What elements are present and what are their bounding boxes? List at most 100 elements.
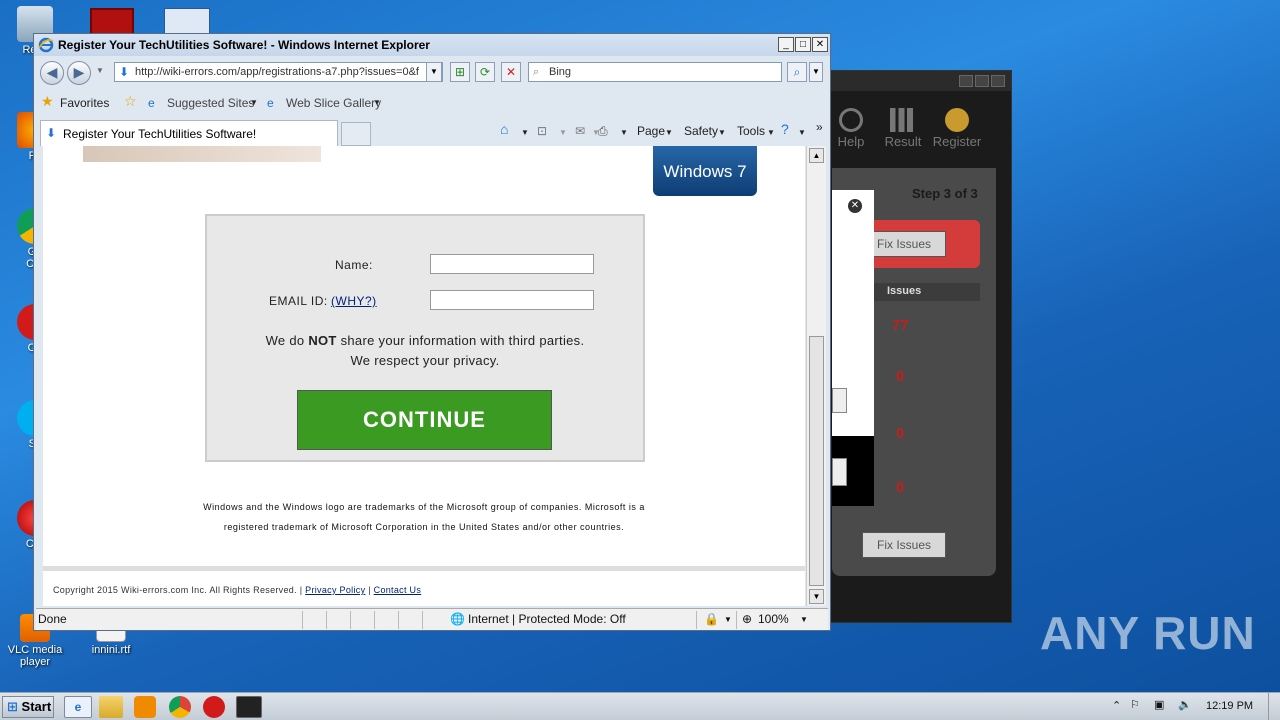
popup-close-icon[interactable]: ✕ bbox=[848, 199, 862, 213]
scroll-down-arrow[interactable]: ▼ bbox=[809, 589, 824, 604]
email-label: EMAIL ID: bbox=[269, 294, 328, 308]
tool-result[interactable]: Result bbox=[878, 108, 928, 149]
vertical-scrollbar[interactable]: ▲ ▼ bbox=[806, 146, 826, 606]
more-commands-icon[interactable]: » bbox=[816, 120, 823, 134]
privacy-policy-link[interactable]: Privacy Policy bbox=[305, 585, 365, 595]
home-icon[interactable]: ⌂ bbox=[500, 121, 508, 137]
favorites-star-icon[interactable]: ★ bbox=[41, 93, 54, 110]
volume-icon[interactable]: 🔈 bbox=[1178, 698, 1192, 711]
scroll-thumb[interactable] bbox=[809, 336, 824, 586]
taskbar-chrome-icon[interactable] bbox=[169, 696, 191, 718]
address-dropdown-button[interactable]: ▼ bbox=[426, 62, 442, 82]
scroll-up-arrow[interactable]: ▲ bbox=[809, 148, 824, 163]
page-menu[interactable]: Page bbox=[637, 124, 665, 138]
start-button[interactable]: ⊞ Start bbox=[2, 696, 54, 718]
key-icon bbox=[945, 108, 969, 132]
close-button[interactable]: ✕ bbox=[812, 37, 828, 52]
favorites-button[interactable]: Favorites bbox=[60, 96, 109, 110]
bg-close-button[interactable] bbox=[991, 75, 1005, 87]
security-zone-text[interactable]: Internet | Protected Mode: Off bbox=[468, 612, 626, 626]
page-menu-dropdown-icon[interactable]: ▼ bbox=[665, 128, 673, 137]
continue-button[interactable]: CONTINUE bbox=[297, 390, 552, 450]
suggested-sites-icon: e bbox=[148, 96, 155, 110]
new-tab-button[interactable] bbox=[341, 122, 371, 146]
search-options-button[interactable]: ▼ bbox=[809, 62, 823, 82]
stop-button[interactable]: ✕ bbox=[501, 62, 521, 82]
windows7-logo-label: Windows 7 bbox=[663, 162, 747, 181]
network-icon[interactable]: ▣ bbox=[1154, 698, 1164, 711]
privacy-notice-bold: NOT bbox=[308, 333, 337, 348]
help-icon bbox=[839, 108, 863, 132]
popup-button-fragment-2[interactable] bbox=[832, 458, 847, 486]
help-icon[interactable]: ? bbox=[781, 121, 789, 137]
clock[interactable]: 12:19 PM bbox=[1206, 700, 1253, 712]
tab-register[interactable]: ⬇ Register Your TechUtilities Software! bbox=[40, 120, 338, 146]
safety-menu-dropdown-icon[interactable]: ▼ bbox=[718, 128, 726, 137]
print-dropdown-icon[interactable]: ▼ bbox=[620, 128, 628, 137]
word-doc-icon[interactable] bbox=[164, 8, 210, 36]
maximize-button[interactable]: □ bbox=[795, 37, 811, 52]
forward-button[interactable]: ▶ bbox=[67, 61, 91, 85]
compatibility-view-button[interactable]: ⊞ bbox=[450, 62, 470, 82]
anyrun-watermark: ANY RUN bbox=[1040, 607, 1256, 659]
issues-header-label: Issues bbox=[887, 285, 922, 297]
address-bar[interactable]: ⬇ http://wiki-errors.com/app/registratio… bbox=[114, 62, 443, 82]
taskbar-explorer-icon[interactable] bbox=[99, 696, 123, 718]
acrobat-icon[interactable] bbox=[90, 8, 134, 36]
suggested-sites-dropdown-icon[interactable]: ▼ bbox=[250, 98, 258, 107]
protected-mode-dropdown-icon[interactable]: ▼ bbox=[724, 615, 732, 624]
fix-issues-bottom-button[interactable]: Fix Issues bbox=[862, 532, 946, 558]
mail-icon[interactable]: ✉ bbox=[575, 124, 585, 138]
tools-menu-dropdown-icon[interactable]: ▼ bbox=[767, 128, 775, 137]
show-desktop-button[interactable] bbox=[1268, 693, 1280, 720]
bg-maximize-button[interactable] bbox=[975, 75, 989, 87]
add-favorite-icon[interactable]: ☆ bbox=[124, 93, 137, 110]
taskbar-media-player-icon[interactable] bbox=[134, 696, 156, 718]
page-content: Windows 7 Name: EMAIL ID: (WHY?) We do N… bbox=[43, 146, 805, 606]
bg-minimize-button[interactable] bbox=[959, 75, 973, 87]
taskbar-ie-icon[interactable]: e bbox=[64, 696, 92, 718]
print-icon[interactable]: ⎙ bbox=[598, 124, 608, 139]
home-dropdown-icon[interactable]: ▼ bbox=[521, 128, 529, 137]
taskbar-app-icon[interactable] bbox=[236, 696, 262, 718]
web-slice-dropdown-icon[interactable]: ▼ bbox=[373, 98, 381, 107]
fix-issues-button[interactable]: Fix Issues bbox=[862, 231, 946, 257]
name-input[interactable] bbox=[430, 254, 594, 274]
zoom-level[interactable]: 100% bbox=[758, 612, 789, 626]
back-button[interactable]: ◀ bbox=[40, 61, 64, 85]
bars-icon bbox=[890, 108, 916, 132]
email-input[interactable] bbox=[430, 290, 594, 310]
popup-button-fragment[interactable] bbox=[832, 388, 847, 413]
zoom-dropdown-icon[interactable]: ▼ bbox=[800, 615, 808, 624]
ie-logo-icon bbox=[38, 37, 54, 53]
safety-menu[interactable]: Safety bbox=[684, 124, 718, 138]
page-icon: ⬇ bbox=[119, 65, 130, 79]
show-hidden-icons-icon[interactable]: ⌃ bbox=[1112, 699, 1121, 712]
start-label: Start bbox=[21, 699, 52, 714]
feed-dropdown-icon[interactable]: ▼ bbox=[559, 128, 567, 137]
tool-register[interactable]: Register bbox=[932, 108, 982, 149]
taskbar-opera-icon[interactable] bbox=[203, 696, 225, 718]
history-dropdown-icon[interactable]: ▼ bbox=[96, 66, 104, 75]
ie-window[interactable]: Register Your TechUtilities Software! - … bbox=[33, 33, 831, 631]
tool-label: Help bbox=[837, 134, 865, 149]
web-slice-gallery-link[interactable]: Web Slice Gallery bbox=[286, 96, 381, 110]
internet-zone-icon: 🌐 bbox=[450, 612, 465, 626]
zoom-icon[interactable]: ⊕ bbox=[742, 612, 752, 626]
rss-feed-icon[interactable]: ⊡ bbox=[537, 124, 547, 138]
why-link[interactable]: (WHY?) bbox=[331, 294, 377, 308]
name-label: Name: bbox=[335, 258, 373, 272]
help-dropdown-icon[interactable]: ▼ bbox=[798, 128, 806, 137]
contact-us-link[interactable]: Contact Us bbox=[374, 585, 422, 595]
tools-menu[interactable]: Tools bbox=[737, 124, 765, 138]
taskbar: ⊞ Start e ⌃ ⚐ ▣ 🔈 12:19 PM bbox=[0, 692, 1280, 720]
action-center-flag-icon[interactable]: ⚐ bbox=[1130, 698, 1140, 711]
search-box[interactable]: ⌕ Bing bbox=[528, 62, 782, 82]
search-button[interactable]: ⌕ bbox=[787, 62, 807, 82]
refresh-button[interactable]: ⟳ bbox=[475, 62, 495, 82]
suggested-sites-link[interactable]: Suggested Sites bbox=[167, 96, 254, 110]
protected-mode-icon[interactable]: 🔒 bbox=[704, 612, 719, 626]
tool-help[interactable]: Help bbox=[826, 108, 876, 149]
ie-titlebar[interactable]: Register Your TechUtilities Software! - … bbox=[34, 34, 830, 56]
minimize-button[interactable]: _ bbox=[778, 37, 794, 52]
